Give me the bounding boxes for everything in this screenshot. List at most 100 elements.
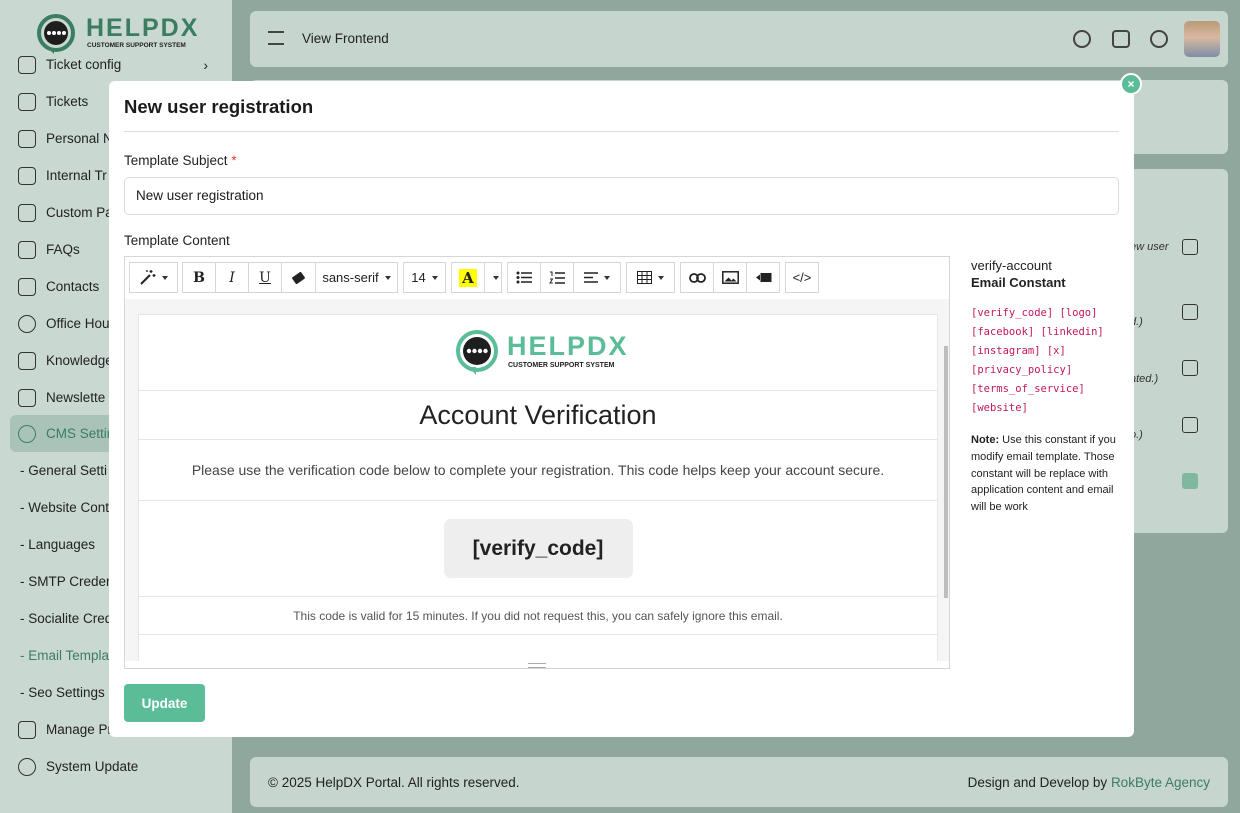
footer-credit-link[interactable]: RokByte Agency — [1111, 775, 1210, 790]
email-preview: HELPDX CUSTOMER SUPPORT SYSTEM Account V… — [138, 314, 938, 661]
italic-button[interactable]: I — [215, 262, 249, 293]
constants-note: Note: Use this constant if you modify em… — [971, 432, 1121, 516]
editor-content[interactable]: HELPDX CUSTOMER SUPPORT SYSTEM Account V… — [125, 299, 949, 661]
constant-line: [website] — [971, 402, 1028, 414]
eraser-icon — [291, 271, 306, 284]
sidebar-item-label: FAQs — [46, 242, 80, 257]
filter-sliders-icon[interactable] — [268, 31, 284, 45]
font-family-select[interactable]: sans-serif — [315, 262, 398, 293]
email-validity-row: This code is valid for 15 minutes. If yo… — [139, 597, 937, 635]
image-button[interactable] — [713, 262, 747, 293]
code-view-button[interactable]: </> — [785, 262, 819, 293]
row-text: ated.) — [1130, 373, 1159, 385]
email-intro: Please use the verification code below t… — [191, 462, 885, 478]
row-checkbox[interactable] — [1182, 239, 1198, 255]
align-select[interactable] — [573, 262, 621, 293]
constant-line: [verify_code] [logo] — [971, 307, 1098, 319]
sidebar-sub-general-settings[interactable]: - General Setti — [20, 452, 107, 489]
email-heading: Account Verification — [419, 399, 657, 430]
style-magic-button[interactable] — [129, 262, 178, 293]
row-checkbox-checked[interactable] — [1182, 473, 1198, 489]
image-icon — [721, 271, 739, 284]
sidebar-sub-website-content[interactable]: - Website Cont — [20, 489, 109, 526]
underline-button[interactable]: U — [248, 262, 282, 293]
required-mark: * — [231, 153, 237, 168]
update-button[interactable]: Update — [124, 684, 205, 722]
sidebar-item-label: Knowledge — [46, 353, 113, 368]
video-button[interactable] — [746, 262, 780, 293]
sidebar-sub-socialite[interactable]: - Socialite Cred — [20, 600, 112, 637]
logo-text: HELPDX — [86, 14, 200, 42]
clear-format-button[interactable] — [281, 262, 316, 293]
email-logo: HELPDX CUSTOMER SUPPORT SYSTEM — [453, 329, 627, 377]
sidebar-item-label: Office Hou — [46, 316, 110, 331]
row-checkbox[interactable] — [1182, 417, 1198, 433]
align-left-icon — [584, 272, 598, 283]
email-code-row: [verify_code] — [139, 501, 937, 597]
sidebar-item-system-update[interactable]: System Update — [0, 748, 232, 785]
modal-title: New user registration — [124, 96, 314, 117]
text-color-button[interactable]: A — [451, 262, 485, 293]
refresh-icon[interactable] — [1073, 30, 1091, 48]
bulleted-list-button[interactable] — [507, 262, 541, 293]
video-icon — [755, 272, 772, 283]
link-button[interactable] — [680, 262, 714, 293]
constant-line: [terms_of_service] — [971, 383, 1085, 395]
avatar[interactable] — [1184, 21, 1220, 57]
note-icon — [18, 129, 36, 148]
bullet-list-icon — [516, 271, 532, 284]
sidebar-item-label: Manage Pr — [46, 722, 113, 737]
view-frontend-link[interactable]: View Frontend — [302, 31, 389, 46]
clock-icon — [18, 314, 36, 333]
text-color-dropdown[interactable] — [484, 262, 502, 293]
link-icon — [688, 272, 706, 283]
rich-text-editor: B I U sans-serif 14 A </> HELPDX CUSTOME… — [124, 256, 950, 669]
email-logo-tagline: CUSTOMER SUPPORT SYSTEM — [508, 361, 615, 369]
magic-wand-icon — [139, 269, 156, 286]
numbered-list-icon — [549, 271, 565, 285]
table-icon — [637, 271, 652, 284]
constant-line: [facebook] [linkedin] — [971, 326, 1104, 338]
email-next-row — [139, 635, 937, 661]
content-label: Template Content — [124, 233, 230, 248]
footer-credit-prefix: Design and Develop by — [967, 775, 1111, 790]
sidebar-item-label: Ticket config — [46, 57, 122, 72]
subject-input[interactable]: New user registration — [124, 177, 1119, 215]
bold-icon: B — [193, 269, 205, 286]
sidebar-item-label: Custom Pa — [46, 205, 113, 220]
row-checkbox[interactable] — [1182, 304, 1198, 320]
sidebar-sub-smtp[interactable]: - SMTP Creder — [20, 563, 111, 600]
row-checkbox[interactable] — [1182, 360, 1198, 376]
gear-icon — [18, 424, 36, 443]
newsletter-icon — [18, 388, 36, 407]
resize-grip-icon[interactable] — [528, 663, 546, 668]
close-modal-button[interactable]: × — [1120, 73, 1142, 95]
table-button[interactable] — [626, 262, 675, 293]
gear-ticket-icon — [18, 55, 36, 74]
highlight-a-icon: A — [459, 268, 477, 287]
close-icon: × — [1127, 77, 1135, 91]
template-key: verify-account — [971, 258, 1052, 273]
chevron-right-icon: › — [203, 56, 208, 73]
sidebar-sub-languages[interactable]: - Languages — [20, 526, 95, 563]
sidebar-item-label: Internal Tr — [46, 168, 107, 183]
numbered-list-button[interactable] — [540, 262, 574, 293]
editor-scrollbar[interactable] — [944, 346, 948, 598]
constant-line: [instagram] [x] — [971, 345, 1066, 357]
font-family-value: sans-serif — [322, 270, 379, 285]
alert-icon[interactable] — [1150, 30, 1168, 48]
modal-divider — [124, 131, 1119, 132]
font-size-value: 14 — [411, 270, 426, 285]
footer-credit: Design and Develop by RokByte Agency — [968, 775, 1210, 790]
bold-button[interactable]: B — [182, 262, 216, 293]
language-icon[interactable] — [1112, 30, 1130, 48]
font-size-select[interactable]: 14 — [403, 262, 446, 293]
sidebar-sub-email-templates[interactable]: - Email Templa — [20, 637, 109, 674]
constant-line: [privacy_policy] — [971, 364, 1073, 376]
sidebar-item-ticket-config[interactable]: Ticket config › — [0, 46, 232, 83]
sidebar-sub-seo-settings[interactable]: - Seo Settings — [20, 674, 105, 711]
contacts-icon — [18, 277, 36, 296]
constants-heading: Email Constant — [971, 275, 1066, 290]
email-heading-row: Account Verification — [139, 391, 937, 440]
subject-label-text: Template Subject — [124, 153, 228, 168]
